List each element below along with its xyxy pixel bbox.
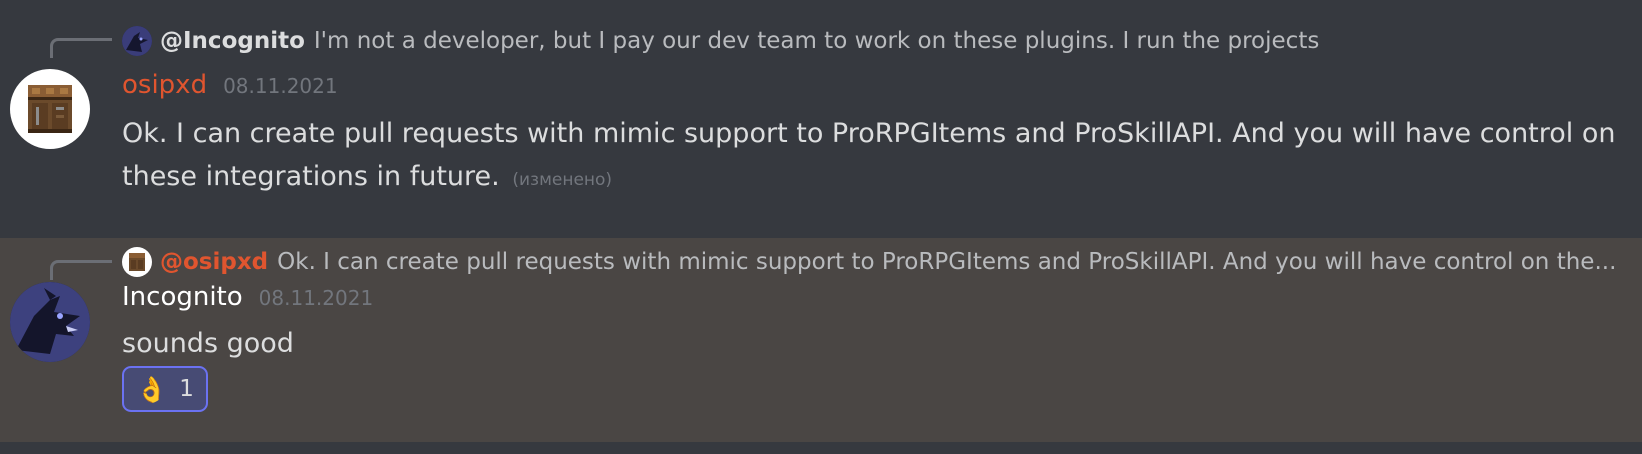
reply-preview[interactable]: @Incognito I'm not a developer, but I pa… [122,25,1622,57]
username[interactable]: osipxd [122,70,207,100]
reaction-button[interactable]: 👌 1 [122,366,208,412]
reaction-count: 1 [179,376,194,402]
reply-text[interactable]: Ok. I can create pull requests with mimi… [277,249,1616,275]
username[interactable]: Incognito [122,282,243,312]
message-text: Ok. I can create pull requests with mimi… [122,118,1616,192]
ok-hand-emoji-icon: 👌 [136,374,168,404]
timestamp[interactable]: 08.11.2021 [223,74,338,98]
dark-dragon-avatar-icon[interactable] [10,282,90,362]
edited-label[interactable]: (изменено) [512,170,612,190]
reply-preview[interactable]: @osipxd Ok. I can create pull requests w… [122,246,1622,278]
crafting-table-avatar-icon[interactable] [10,69,90,149]
message-incognito[interactable]: @osipxd Ok. I can create pull requests w… [0,238,1642,442]
reply-text[interactable]: I'm not a developer, but I pay our dev t… [314,28,1319,54]
crafting-table-avatar-icon[interactable] [122,247,152,277]
message-text: sounds good [122,328,294,359]
reply-connector [50,260,112,280]
dark-dragon-avatar-icon[interactable] [122,26,152,56]
message-header: Incognito 08.11.2021 [122,282,373,312]
message-content: Ok. I can create pull requests with mimi… [122,112,1622,202]
message-header: osipxd 08.11.2021 [122,70,338,100]
divider [0,442,1642,454]
reply-author[interactable]: @Incognito [160,28,305,54]
reply-author[interactable]: @osipxd [160,249,268,275]
timestamp[interactable]: 08.11.2021 [259,286,374,310]
chat-message-list: @Incognito I'm not a developer, but I pa… [0,0,1642,454]
message-osipxd[interactable]: @Incognito I'm not a developer, but I pa… [0,0,1642,238]
reply-connector [50,38,112,58]
message-content: sounds good [122,322,1622,365]
